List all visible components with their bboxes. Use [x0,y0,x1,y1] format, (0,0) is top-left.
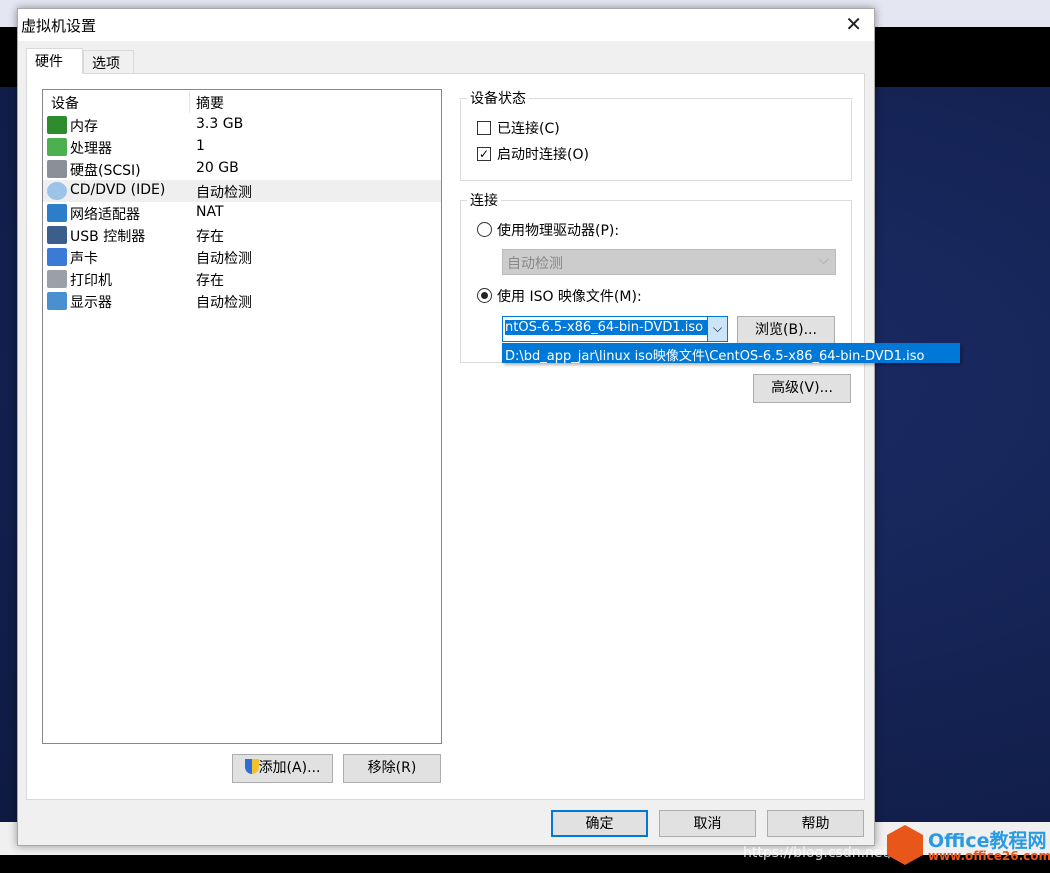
remove-button[interactable]: 移除(R) [343,754,441,783]
device-status-group: 设备状态 已连接(C) ✓ 启动时连接(O) [460,98,852,181]
device-row[interactable]: 处理器 1 [43,136,441,158]
device-row[interactable]: USB 控制器 存在 [43,224,441,246]
title-bar: 虚拟机设置 ✕ [18,9,874,41]
device-row[interactable]: 打印机 存在 [43,268,441,290]
device-row[interactable]: 声卡 自动检测 [43,246,441,268]
device-row[interactable]: 网络适配器 NAT [43,202,441,224]
device-name: USB 控制器 [70,226,145,246]
device-summary: NAT [196,204,224,220]
connect-on-start-label[interactable]: 启动时连接(O) [497,144,589,164]
device-summary: 1 [196,138,205,154]
device-row[interactable]: 硬盘(SCSI) 20 GB [43,158,441,180]
device-summary: 自动检测 [196,182,252,202]
device-name: 网络适配器 [70,204,140,224]
physical-drive-radio[interactable] [477,222,492,237]
sound-icon [47,248,67,266]
connected-checkbox[interactable] [477,121,491,135]
physical-drive-select: 自动检测 ⌵ [502,249,836,275]
device-name: CD/DVD (IDE) [70,182,165,198]
printer-icon [47,270,67,288]
device-summary: 存在 [196,270,224,290]
connection-title: 连接 [467,190,501,210]
ok-button[interactable]: 确定 [551,810,648,837]
window-title: 虚拟机设置 [21,15,96,36]
network-adapter-icon [47,204,67,222]
device-name: 打印机 [70,270,112,290]
iso-path-combobox[interactable]: ntOS-6.5-x86_64-bin-DVD1.iso ⌵ [502,316,728,342]
office-url-watermark: www.office26.com [928,849,1050,863]
device-row[interactable]: 显示器 自动检测 [43,290,441,312]
iso-path-input[interactable]: ntOS-6.5-x86_64-bin-DVD1.iso [505,320,707,335]
iso-file-label[interactable]: 使用 ISO 映像文件(M): [497,286,642,306]
cancel-button[interactable]: 取消 [659,810,756,837]
device-name: 内存 [70,116,98,136]
device-row[interactable]: 内存 3.3 GB [43,114,441,136]
add-button-label: 添加(A)... [259,760,321,776]
chevron-down-icon[interactable]: ⌵ [707,317,727,341]
tab-hardware[interactable]: 硬件 [26,48,83,74]
device-name: 硬盘(SCSI) [70,160,141,180]
device-summary: 自动检测 [196,292,252,312]
connection-group: 连接 使用物理驱动器(P): 自动检测 ⌵ 使用 ISO 映像文件(M): nt… [460,200,852,363]
connect-on-start-checkbox[interactable]: ✓ [477,147,491,161]
device-status-title: 设备状态 [467,88,529,108]
cd-dvd-icon [47,182,67,200]
vm-settings-dialog: 虚拟机设置 ✕ 硬件 选项 设备 摘要 内存 3.3 GB 处理器 1 硬盘(SCSI)… [17,8,875,846]
list-header: 设备 摘要 [43,90,441,114]
shield-icon [245,759,259,774]
add-button[interactable]: 添加(A)... [232,754,333,783]
device-row[interactable]: CD/DVD (IDE) 自动检测 [43,180,441,202]
physical-drive-value: 自动检测 [507,253,563,273]
device-list[interactable]: 设备 摘要 内存 3.3 GB 处理器 1 硬盘(SCSI) 20 GB CD/DVD (I… [42,89,442,744]
hard-disk-icon [47,160,67,178]
help-button[interactable]: 帮助 [767,810,864,837]
chevron-down-icon: ⌵ [818,252,829,268]
device-name: 处理器 [70,138,112,158]
close-icon[interactable]: ✕ [845,12,862,36]
column-summary[interactable]: 摘要 [196,93,224,113]
physical-drive-label[interactable]: 使用物理驱动器(P): [497,220,619,240]
cpu-icon [47,138,67,156]
tab-options[interactable]: 选项 [83,50,134,73]
usb-icon [47,226,67,244]
hardware-panel: 设备 摘要 内存 3.3 GB 处理器 1 硬盘(SCSI) 20 GB CD/DVD (I… [26,73,865,800]
advanced-button[interactable]: 高级(V)... [753,374,851,403]
device-summary: 存在 [196,226,224,246]
device-name: 声卡 [70,248,98,268]
connected-label[interactable]: 已连接(C) [497,118,560,138]
device-summary: 20 GB [196,160,239,176]
csdn-watermark: https://blog.csdn.net/ [743,845,893,861]
column-device[interactable]: 设备 [51,93,79,113]
autocomplete-suggestion[interactable]: D:\bd_app_jar\linux iso映像文件\CentOS-6.5-x… [502,343,960,363]
device-summary: 3.3 GB [196,116,243,132]
memory-icon [47,116,67,134]
display-icon [47,292,67,310]
iso-file-radio[interactable] [477,288,492,303]
device-name: 显示器 [70,292,112,312]
device-summary: 自动检测 [196,248,252,268]
browse-button[interactable]: 浏览(B)... [737,316,835,344]
